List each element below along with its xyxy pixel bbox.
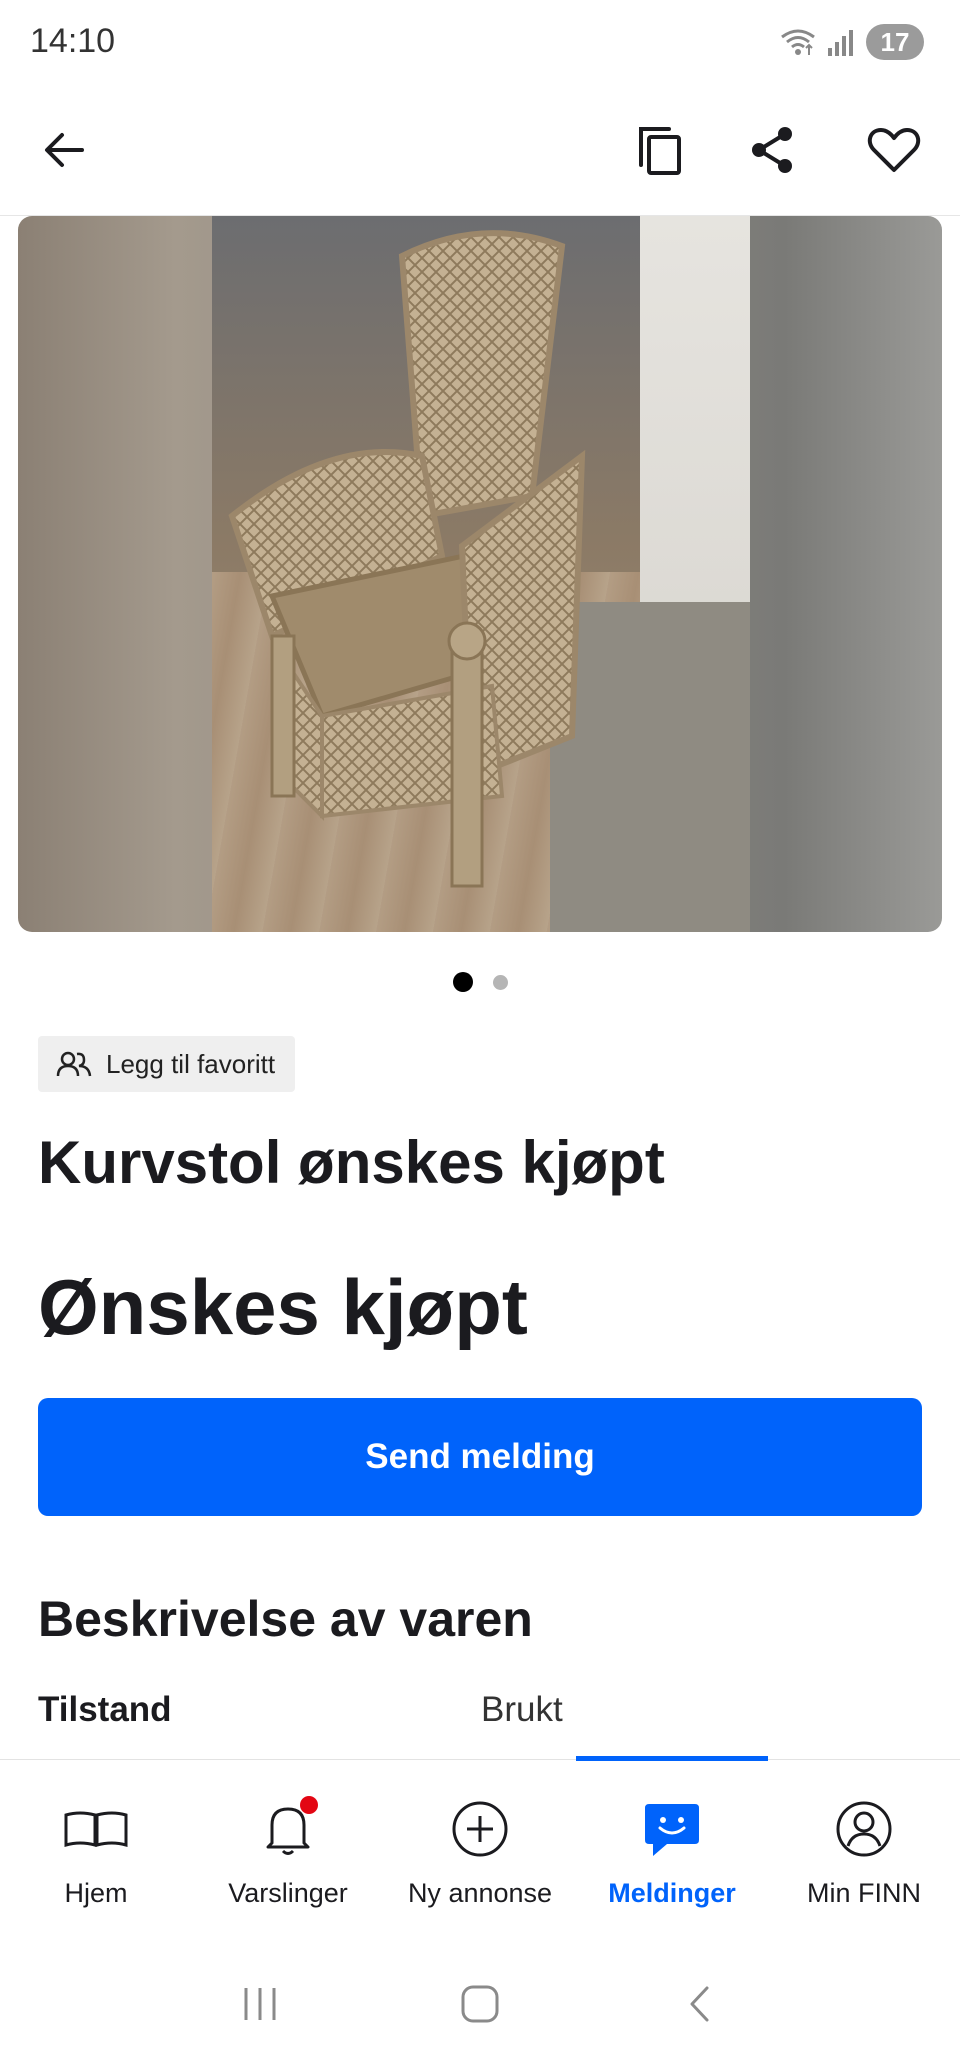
home-icon — [461, 1985, 499, 2023]
copy-icon — [639, 127, 681, 175]
recent-apps-button[interactable] — [220, 1974, 300, 2034]
nav-icon-wrap — [451, 1794, 509, 1864]
nav-item-min-finn[interactable]: Min FINN — [768, 1760, 960, 1950]
send-message-button[interactable]: Send melding — [38, 1398, 922, 1516]
wicker-chair-image — [228, 230, 586, 888]
nav-icon-wrap — [262, 1794, 318, 1864]
send-message-label: Send melding — [365, 1437, 595, 1476]
top-app-bar — [0, 84, 960, 216]
pagination-dot[interactable] — [492, 974, 508, 990]
nav-item-ny-annonse[interactable]: Ny annonse — [384, 1760, 576, 1950]
listing-title: Kurvstol ønskes kjøpt — [38, 1129, 665, 1196]
system-navigation-bar — [0, 1949, 960, 2059]
listing-photo[interactable] — [212, 216, 750, 932]
spec-label-condition: Tilstand — [38, 1690, 172, 1729]
users-icon — [56, 1051, 92, 1077]
share-icon — [752, 127, 792, 173]
favorite-button[interactable] — [852, 108, 936, 192]
nav-label-ny-annonse: Ny annonse — [407, 1878, 553, 1908]
copy-button[interactable] — [618, 108, 702, 192]
gallery-pagination — [0, 972, 960, 992]
nav-label-meldinger: Meldinger — [608, 1878, 736, 1908]
heart-icon — [867, 128, 921, 172]
pagination-dot-active[interactable] — [452, 972, 473, 992]
description-heading: Beskrivelse av varen — [38, 1591, 533, 1647]
wifi-icon — [781, 29, 815, 55]
chat-icon — [645, 1804, 699, 1856]
book-icon — [64, 1811, 128, 1847]
share-button[interactable] — [730, 108, 814, 192]
listing-price: Ønskes kjøpt — [38, 1263, 528, 1351]
system-back-button[interactable] — [660, 1974, 740, 2034]
image-gallery[interactable] — [18, 216, 942, 932]
nav-label-varslinger: Varslinger — [228, 1878, 348, 1908]
plus-circle-icon — [452, 1801, 508, 1857]
nav-icon-wrap — [643, 1794, 701, 1864]
home-button[interactable] — [440, 1974, 520, 2034]
nav-icon-wrap — [835, 1794, 893, 1864]
nav-label-min-finn: Min FINN — [807, 1878, 921, 1908]
favorite-chip-label: Legg til favoritt — [106, 1048, 276, 1079]
status-bar: 14:10 17 — [0, 0, 960, 84]
arrow-left-icon — [45, 133, 84, 167]
nav-item-hjem[interactable]: Hjem — [0, 1760, 192, 1950]
profile-icon — [836, 1801, 892, 1857]
nav-item-varslinger[interactable]: Varslinger — [192, 1760, 384, 1950]
status-icons: 17 — [780, 24, 924, 60]
battery-indicator: 17 — [866, 24, 924, 60]
status-time: 14:10 — [30, 22, 116, 60]
back-button[interactable] — [22, 108, 106, 192]
notification-badge — [300, 1796, 318, 1814]
signal-icon — [828, 30, 853, 56]
add-to-favorites-chip[interactable]: Legg til favoritt — [38, 1036, 296, 1092]
nav-label-hjem: Hjem — [64, 1878, 128, 1908]
chevron-left-icon — [690, 1986, 709, 2022]
recent-apps-icon — [244, 1988, 276, 2020]
nav-icon-wrap — [62, 1794, 130, 1864]
spec-value-condition: Brukt — [481, 1690, 563, 1729]
bottom-navigation: Hjem Varslinger Ny annonse Meldinger Min… — [0, 1756, 960, 1950]
nav-item-meldinger[interactable]: Meldinger — [576, 1760, 768, 1950]
